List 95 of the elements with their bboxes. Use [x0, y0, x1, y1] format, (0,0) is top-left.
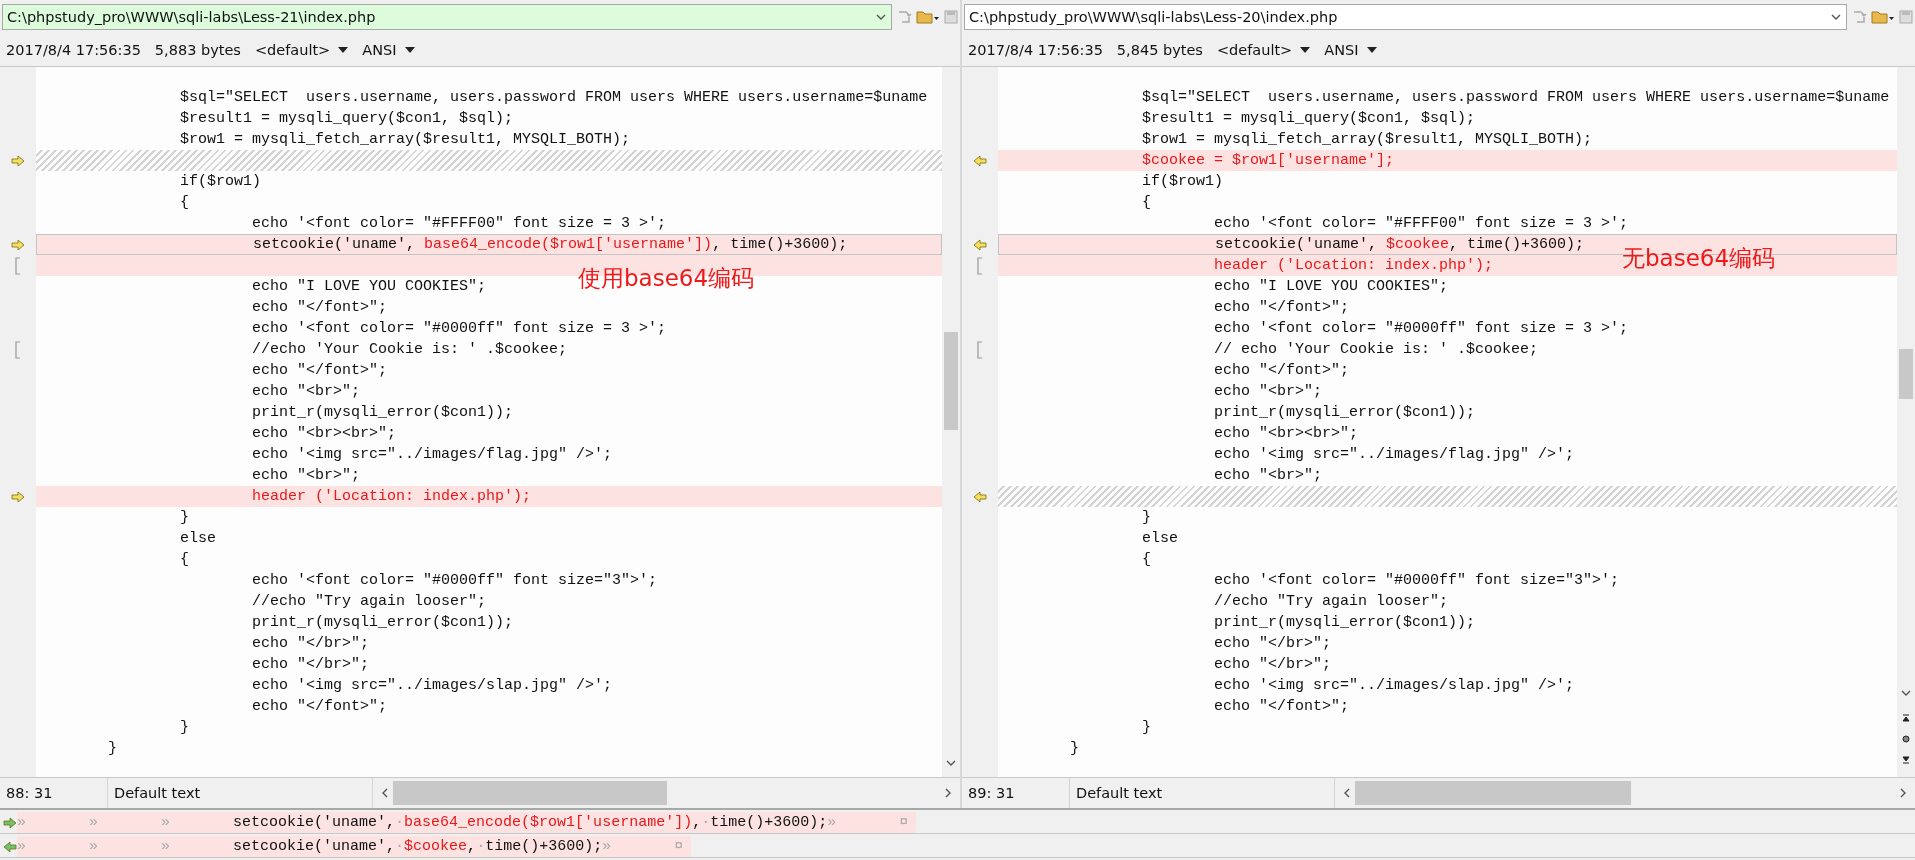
code-line: echo "</br>";: [251, 635, 370, 652]
scrollbar-thumb[interactable]: [1899, 349, 1913, 399]
code-line: echo "<br>";: [1213, 383, 1323, 400]
code-line: echo "</font>";: [251, 698, 388, 715]
encoding-dropdown[interactable]: ANSI: [362, 42, 415, 58]
code-line: print_r(mysqli_error($con1));: [251, 614, 514, 631]
code-line: echo "<br>";: [251, 383, 361, 400]
code-line: $row1 = mysqli_fetch_array($result1, MYSQLI_BOTH);: [179, 131, 631, 148]
file-path-field[interactable]: C:\phpstudy_pro\WWW\sqli-labs\Less-21\index.php: [2, 4, 892, 30]
syntax-dropdown[interactable]: <default>: [1216, 42, 1311, 58]
file-date: 2017/8/4 17:56:35: [968, 42, 1103, 58]
file-size: 5,883 bytes: [154, 42, 241, 58]
code-line: $cookee = $row1['username'];: [1141, 152, 1395, 169]
arrow-icon: [11, 490, 25, 503]
code-line: echo "</br>";: [1213, 656, 1332, 673]
code-line: echo '<img src="../images/slap.jpg" />';: [1213, 677, 1575, 694]
code-line: }: [179, 509, 190, 526]
folder-icon[interactable]: [916, 9, 940, 25]
arrow-icon: [3, 840, 17, 853]
code-line: echo "</br>";: [1213, 635, 1332, 652]
bracket-icon: [976, 340, 984, 359]
syntax-dropdown[interactable]: <default>: [254, 42, 349, 58]
code-line: echo '<font color= "#FFFF00" font size = 3 >';: [251, 215, 667, 232]
arrow-icon: [11, 238, 25, 251]
arrow-icon: [3, 816, 17, 829]
file-date: 2017/8/4 17:56:35: [6, 42, 141, 58]
arrow-icon: [973, 490, 987, 503]
bracket-icon: [976, 256, 984, 275]
code-line: {: [1141, 551, 1152, 568]
annotation-text: 使用base64编码: [578, 264, 755, 293]
annotation-text: 无base64编码: [1622, 244, 1776, 273]
scrollbar-thumb[interactable]: [944, 332, 958, 430]
code-line: $sql="SELECT users.username, users.password FROM users WHERE users.username=$uname: [1141, 89, 1890, 106]
code-line: header ('Location: index.php');: [1213, 257, 1494, 274]
arrow-icon: [973, 154, 987, 167]
code-line: echo "</font>";: [251, 299, 388, 316]
code-line: else: [1141, 530, 1179, 547]
code-line: echo "<br>";: [1213, 467, 1323, 484]
encoding-dropdown[interactable]: ANSI: [1324, 42, 1377, 58]
code-line: echo "<br><br>";: [1213, 425, 1359, 442]
code-line: print_r(mysqli_error($con1));: [251, 404, 514, 421]
code-line: // echo 'Your Cookie is: ' .$cookee;: [1213, 341, 1539, 358]
code-line: //echo 'Your Cookie is: ' .$cookee;: [251, 341, 568, 358]
code-line: echo "</br>";: [251, 656, 370, 673]
code-line: echo "<br>";: [251, 467, 361, 484]
arrow-icon: [973, 238, 987, 251]
caret-icon[interactable]: [338, 47, 349, 53]
code-line: echo "</font>";: [251, 362, 388, 379]
code-line: //echo "Try again looser";: [1213, 593, 1449, 610]
code-line: if($row1): [179, 173, 262, 190]
bracket-icon: [14, 256, 22, 275]
code-line: }: [107, 740, 118, 757]
code-line: echo '<img src="../images/flag.jpg" />';: [251, 446, 613, 463]
scrollbar-thumb[interactable]: [1355, 781, 1631, 805]
code-line: echo '<font color= "#FFFF00" font size = 3 >';: [1213, 215, 1629, 232]
code-line: $row1 = mysqli_fetch_array($result1, MYSQLI_BOTH);: [1141, 131, 1593, 148]
code-line: echo '<font color= "#0000ff" font size = 3 >';: [1213, 320, 1629, 337]
code-line: setcookie('uname', base64_encode($row1['username']), time()+3600);: [252, 236, 848, 253]
code-line: echo "</font>";: [1213, 299, 1350, 316]
code-line: print_r(mysqli_error($con1));: [1213, 404, 1476, 421]
code-line: {: [1141, 194, 1152, 211]
code-line: }: [1069, 740, 1080, 757]
arrow-icon: [11, 154, 25, 167]
code-line: echo '<img src="../images/flag.jpg" />';: [1213, 446, 1575, 463]
code-line: $result1 = mysqli_query($con1, $sql);: [179, 110, 514, 127]
code-line: {: [179, 194, 190, 211]
code-line: echo "</font>";: [1213, 698, 1350, 715]
code-line: echo '<img src="../images/slap.jpg" />';: [251, 677, 613, 694]
code-line: echo "I LOVE YOU COOKIES";: [1213, 278, 1449, 295]
code-line: setcookie('uname', $cookee, time()+3600);: [1214, 236, 1585, 253]
caret-icon[interactable]: [1366, 47, 1377, 53]
code-line: //echo "Try again looser";: [251, 593, 487, 610]
code-line: print_r(mysqli_error($con1));: [1213, 614, 1476, 631]
code-line: else: [179, 530, 217, 547]
code-line: {: [179, 551, 190, 568]
code-line: if($row1): [1141, 173, 1224, 190]
scrollbar-thumb[interactable]: [393, 781, 667, 805]
code-line: echo '<font color= "#0000ff" font size="3">';: [251, 572, 658, 589]
code-line: header ('Location: index.php');: [251, 488, 532, 505]
caret-icon[interactable]: [1300, 47, 1311, 53]
code-line: echo '<font color= "#0000ff" font size = 3 >';: [251, 320, 667, 337]
code-line: $sql="SELECT users.username, users.password FROM users WHERE users.username=$uname: [179, 89, 928, 106]
code-line: echo "I LOVE YOU COOKIES";: [251, 278, 487, 295]
code-line: echo "</font>";: [1213, 362, 1350, 379]
code-line: }: [1141, 509, 1152, 526]
file-size: 5,845 bytes: [1116, 42, 1203, 58]
file-path-field[interactable]: C:\phpstudy_pro\WWW\sqli-labs\Less-20\index.php: [964, 4, 1847, 30]
folder-icon[interactable]: [1871, 9, 1895, 25]
code-line: echo "<br><br>";: [251, 425, 397, 442]
code-line: }: [179, 719, 190, 736]
bracket-icon: [14, 340, 22, 359]
code-line: $result1 = mysqli_query($con1, $sql);: [1141, 110, 1476, 127]
caret-icon[interactable]: [404, 47, 415, 53]
code-line: }: [1141, 719, 1152, 736]
code-line: echo '<font color= "#0000ff" font size="3">';: [1213, 572, 1620, 589]
